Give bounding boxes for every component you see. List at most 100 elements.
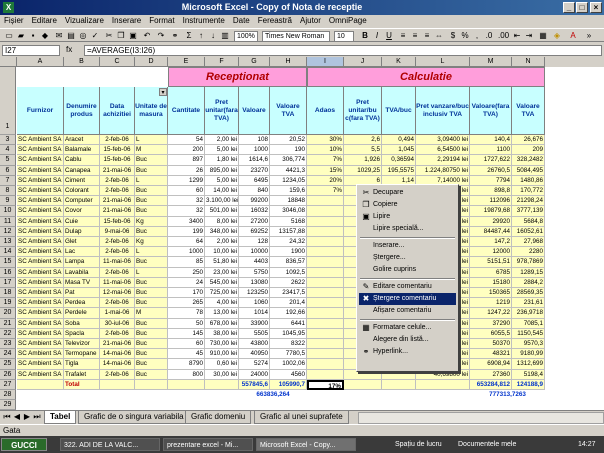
table-cell[interactable]: 328,2482 [512,155,545,166]
table-cell[interactable]: 209 [512,145,545,156]
table-cell[interactable]: 108 [239,135,270,146]
table-cell[interactable]: 5684,8 [512,216,545,227]
table-cell[interactable]: 5,5 [344,145,382,156]
table-cell[interactable]: 898,8 [470,186,512,197]
table-cell[interactable]: 725,00 lei [205,288,239,299]
row-header[interactable]: 21 [0,318,16,329]
table-cell[interactable]: 16032 [239,206,270,217]
font-color-icon[interactable]: A [568,31,578,41]
sheet-tab-grafic-variabila[interactable]: Grafic de o singura variabila [78,411,190,424]
insert-function-icon[interactable]: fx [66,45,72,54]
table-cell[interactable]: Spacla [64,328,100,339]
column-header[interactable]: K [382,57,416,67]
table-cell[interactable]: 8,00 lei [205,216,239,227]
autosum-icon[interactable]: Σ [184,31,194,41]
table-cell[interactable]: 10,00 lei [205,247,239,258]
table-cell[interactable]: Cuie [64,216,100,227]
table-cell[interactable]: Cablu [64,155,100,166]
active-cell-i27[interactable]: 17% [307,379,344,390]
table-cell[interactable]: SC Ambient SA [17,267,64,278]
zoom-select[interactable]: 100% [234,31,258,42]
row-header[interactable]: 12 [0,226,16,237]
table-cell[interactable]: Masa TV [64,277,100,288]
table-cell[interactable]: 28569,35 [512,288,545,299]
column-header[interactable]: C [100,57,135,67]
row-header[interactable]: 14 [0,247,16,258]
table-cell[interactable]: SC Ambient SA [17,206,64,217]
total-row-cell[interactable] [344,379,382,390]
table-cell[interactable]: 348,00 lei [205,226,239,237]
table-cell[interactable] [307,328,344,339]
row-header[interactable]: 1 [0,67,16,135]
table-cell[interactable]: 3777,139 [512,206,545,217]
close-button[interactable]: × [590,2,602,13]
table-cell[interactable]: 50 [168,318,205,329]
table-cell[interactable] [307,206,344,217]
font-size-select[interactable]: 10 [334,31,354,42]
menu-clear-contents[interactable]: Golire cuprins [359,264,456,276]
table-cell[interactable]: 145 [168,328,205,339]
table-cell[interactable]: 1,80 lei [205,155,239,166]
table-cell[interactable]: 99200 [239,196,270,207]
align-left-icon[interactable]: ≡ [398,31,408,41]
percent-icon[interactable]: % [460,31,470,41]
table-cell[interactable]: 201,4 [270,298,307,309]
table-cell[interactable]: 2884,2 [512,277,545,288]
comma-style-icon[interactable]: , [472,31,482,41]
table-cell[interactable]: 1029,25 [344,165,382,176]
sheet-tab-grafic-suprafete[interactable]: Grafic al unei suprafete [254,411,349,424]
table-cell[interactable]: 13,00 lei [205,308,239,319]
menu-delete[interactable]: Ștergere... [359,252,456,264]
menu-item[interactable]: Inserare [108,15,145,25]
table-cell[interactable]: 7% [307,155,344,166]
table-cell[interactable]: Perdea [64,298,100,309]
table-cell[interactable]: M [135,308,168,319]
table-cell[interactable]: SC Ambient SA [17,186,64,197]
table-cell[interactable]: 30-iul-06 [100,318,135,329]
table-cell[interactable]: SC Ambient SA [17,216,64,227]
table-cell[interactable]: L [135,135,168,146]
table-cell[interactable]: 2-feb-06 [100,237,135,248]
menu-insert[interactable]: Inserare... [359,240,456,252]
table-cell[interactable]: 14,00 lei [205,186,239,197]
row-header[interactable]: 4 [0,145,16,156]
table-cell[interactable]: 2-feb-06 [100,267,135,278]
table-cell[interactable]: 8790 [168,359,205,370]
table-cell[interactable]: 4,00 lei [205,298,239,309]
table-cell[interactable]: Buc [135,277,168,288]
total-row-cell[interactable] [205,379,239,390]
table-cell[interactable]: 306,774 [270,155,307,166]
taskbar-item-active[interactable]: Microsoft Excel - Copy... [256,438,356,451]
table-cell[interactable]: 5505 [239,328,270,339]
table-cell[interactable]: 2-feb-06 [100,298,135,309]
table-cell[interactable]: 1045,95 [270,328,307,339]
table-cell[interactable]: L [135,267,168,278]
open-folder-icon[interactable]: ▰ [16,31,26,41]
table-cell[interactable]: 1480,86 [512,175,545,186]
increase-indent-icon[interactable]: ⇥ [524,31,534,41]
table-cell[interactable]: SC Ambient SA [17,359,64,370]
table-cell[interactable]: 29920 [470,216,512,227]
table-cell[interactable]: 1247,22 [470,308,512,319]
table-cell[interactable]: 33900 [239,318,270,329]
table-cell[interactable]: 6441 [270,318,307,329]
spreadsheet-grid[interactable]: ABCDEFGHIJKLMN 1 Receptionat Calculatie Fur… [0,57,604,410]
table-cell[interactable]: Buc [135,349,168,360]
menu-item[interactable]: Date [229,15,254,25]
column-header[interactable]: M [470,57,512,67]
table-cell[interactable]: 20,52 [270,135,307,146]
column-header[interactable]: F [205,57,239,67]
table-cell[interactable]: 150365 [470,288,512,299]
formula-input[interactable]: =AVERAGE(I3:I26) [84,45,602,56]
table-cell[interactable]: 1727,622 [470,155,512,166]
hyperlink-icon[interactable]: ⚭ [170,31,180,41]
bold-icon[interactable]: B [360,31,370,41]
table-cell[interactable]: 4421,3 [270,165,307,176]
table-cell[interactable]: Glet [64,237,100,248]
table-cell[interactable] [307,257,344,268]
table-cell[interactable]: 60 [168,339,205,350]
table-cell[interactable]: 1060 [239,298,270,309]
table-cell[interactable]: 800 [168,369,205,380]
table-cell[interactable]: 1219 [470,298,512,309]
permission-icon[interactable]: ◆ [40,31,50,41]
